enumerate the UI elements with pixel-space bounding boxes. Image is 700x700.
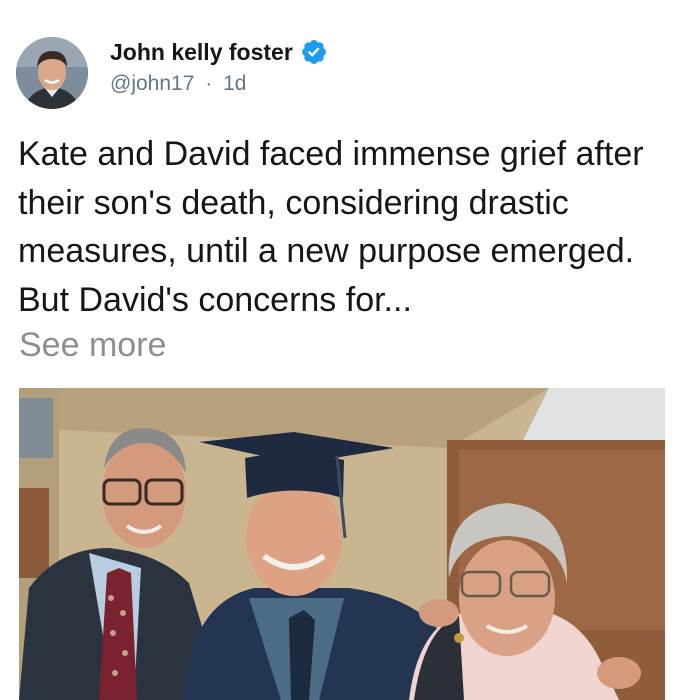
tweet-timestamp[interactable]: 1d (223, 72, 246, 95)
author-name-row: John kelly foster (110, 38, 328, 66)
tweet-text: Kate and David faced immense grief after… (18, 135, 644, 319)
tweet-meta: @john17 · 1d (110, 72, 246, 96)
see-more-link[interactable]: See more (19, 326, 166, 365)
author-name[interactable]: John kelly foster (110, 39, 293, 66)
tweet-photo[interactable] (19, 388, 665, 700)
author-avatar[interactable] (16, 37, 88, 109)
meta-separator: · (205, 72, 213, 95)
verified-badge-icon (300, 38, 328, 66)
author-handle[interactable]: @john17 (110, 72, 194, 95)
